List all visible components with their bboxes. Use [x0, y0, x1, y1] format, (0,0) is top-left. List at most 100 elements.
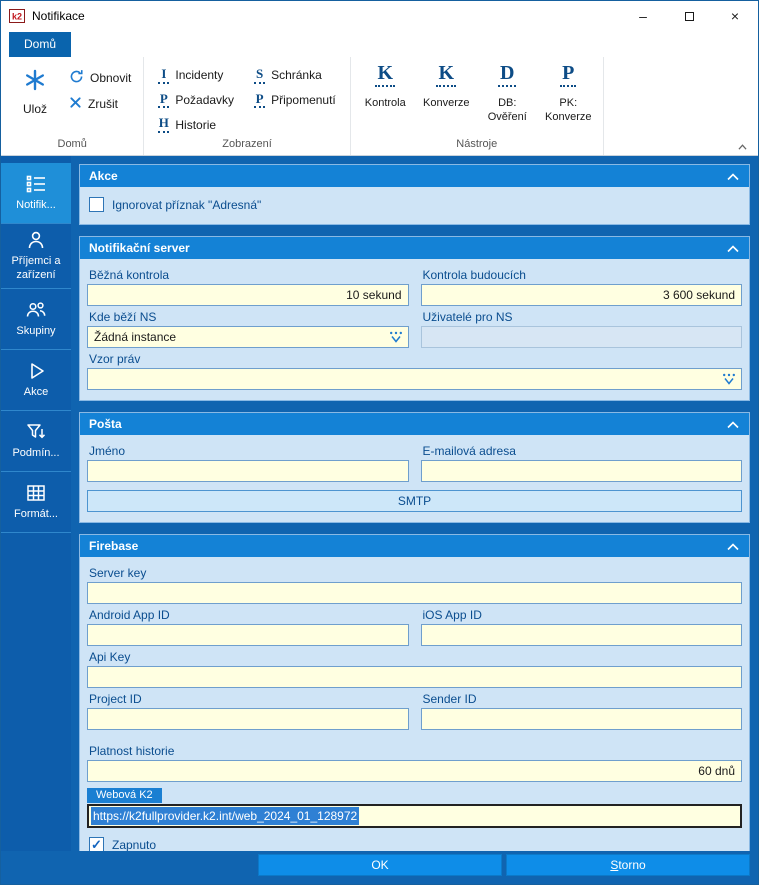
storno-button[interactable]: Storno	[506, 853, 750, 876]
pozadavky-button[interactable]: P Požadavky	[158, 91, 234, 109]
sidebar: Notifik... Příjemci a zařízení Skupiny A…	[1, 156, 71, 851]
refresh-icon	[69, 69, 84, 87]
footer: OK Storno	[1, 851, 758, 884]
tab-domu[interactable]: Domů	[9, 32, 72, 57]
uzivatele-pro-ns-input[interactable]	[420, 326, 742, 348]
zapnuto-checkbox-row[interactable]: ✓ Zapnuto	[89, 837, 740, 851]
maximize-icon	[684, 11, 694, 21]
app-window: k2 Notifikace – × Domů Ulož Obnovit Zruš…	[0, 0, 759, 885]
incidenty-label: Incidenty	[175, 68, 224, 83]
smtp-button[interactable]: SMTP	[87, 490, 742, 512]
project-id-input[interactable]	[87, 708, 409, 730]
section-akce-header[interactable]: Akce	[80, 165, 749, 187]
filter-icon	[25, 421, 47, 443]
ribbon-group-zobrazeni: I Incidenty P Požadavky H Historie S Sch…	[144, 57, 351, 155]
pk-konverze-label-line1: PK:	[559, 97, 578, 109]
ios-app-id-label: iOS App ID	[422, 608, 482, 622]
jmeno-input[interactable]	[87, 460, 409, 482]
section-akce-title: Akce	[89, 169, 118, 183]
kontrola-budoucich-label: Kontrola budoucích	[422, 268, 526, 282]
pripomenuti-button[interactable]: P Připomenutí	[254, 91, 336, 109]
sidebar-item-podminky[interactable]: Podmín...	[1, 411, 71, 472]
schranka-button[interactable]: S Schránka	[254, 67, 336, 84]
collapse-up-icon[interactable]	[726, 542, 740, 551]
collapse-up-icon[interactable]	[726, 172, 740, 181]
sidebar-item-label: Podmín...	[12, 446, 60, 459]
pripomenuti-label: Připomenutí	[271, 92, 336, 107]
ignore-flag-label: Ignorovat příznak "Adresná"	[112, 197, 262, 212]
historie-letter-icon: H	[158, 116, 170, 133]
pk-konverze-label-line2: Konverze	[545, 111, 592, 124]
webova-k2-selected-text: https://k2fullprovider.k2.int/web_2024_0…	[91, 807, 360, 825]
kde-bezi-ns-label: Kde běží NS	[89, 310, 157, 324]
konverze-letter-icon: K	[436, 63, 457, 87]
webova-k2-label: Webová K2	[87, 788, 162, 803]
ribbon-tab-row: Domů	[1, 31, 758, 57]
collapse-up-icon[interactable]	[726, 420, 740, 429]
konverze-label: Konverze	[423, 97, 470, 109]
refresh-button[interactable]: Obnovit	[69, 69, 131, 87]
section-notifikacni-server-title: Notifikační server	[89, 241, 190, 255]
kontrola-label: Kontrola	[364, 97, 406, 109]
svg-text:k2: k2	[12, 12, 22, 22]
api-key-input[interactable]	[87, 666, 742, 688]
email-input[interactable]	[420, 460, 742, 482]
ribbon-collapse-icon[interactable]	[737, 143, 748, 151]
api-key-label: Api Key	[89, 650, 131, 664]
sidebar-item-label: Akce	[23, 385, 49, 398]
save-button[interactable]: Ulož	[13, 63, 57, 138]
sidebar-item-label: Skupiny	[16, 324, 56, 337]
bezna-kontrola-input[interactable]	[87, 284, 409, 306]
dropdown-lookup-icon[interactable]	[389, 331, 403, 343]
sidebar-item-akce[interactable]: Akce	[1, 350, 71, 411]
section-firebase-header[interactable]: Firebase	[80, 535, 749, 557]
db-overeni-label-line2: Ověření	[487, 111, 527, 124]
pk-konverze-button[interactable]: P PK: Konverze	[538, 59, 599, 138]
kontrola-budoucich-input[interactable]	[420, 284, 742, 306]
sidebar-item-notifikace[interactable]: Notifik...	[1, 163, 71, 224]
app-logo-icon: k2	[9, 8, 25, 24]
close-button[interactable]: ×	[712, 1, 758, 31]
section-notifikacni-server-header[interactable]: Notifikační server	[80, 237, 749, 259]
ignore-flag-checkbox[interactable]	[89, 197, 104, 212]
ok-button[interactable]: OK	[258, 853, 502, 876]
uzivatele-pro-ns-label: Uživatelé pro NS	[422, 310, 513, 324]
sender-id-input[interactable]	[420, 708, 742, 730]
section-firebase: Firebase Server key Android App ID iOS A…	[79, 534, 750, 851]
section-posta-header[interactable]: Pošta	[80, 413, 749, 435]
bezna-kontrola-label: Běžná kontrola	[89, 268, 170, 282]
server-key-input[interactable]	[87, 582, 742, 604]
section-posta: Pošta Jméno E-mailová adresa SMTP	[79, 412, 750, 523]
zapnuto-checkbox[interactable]: ✓	[89, 837, 104, 851]
vzor-prav-label: Vzor práv	[89, 352, 141, 366]
maximize-button[interactable]	[666, 1, 712, 31]
kde-bezi-ns-select[interactable]: Žádná instance	[87, 326, 409, 348]
group-label-nastroje: Nástroje	[456, 138, 498, 150]
cancel-label: Zrušit	[88, 97, 118, 111]
ios-app-id-input[interactable]	[420, 624, 742, 646]
cancel-button[interactable]: Zrušit	[69, 96, 131, 112]
konverze-button[interactable]: K Konverze	[416, 59, 477, 138]
platnost-historie-input[interactable]	[87, 760, 742, 782]
db-overeni-button[interactable]: D DB: Ověření	[477, 59, 538, 138]
close-icon: ×	[730, 8, 740, 24]
section-akce: Akce Ignorovat příznak "Adresná"	[79, 164, 750, 225]
sidebar-item-format[interactable]: Formát...	[1, 472, 71, 533]
dropdown-lookup-icon[interactable]	[722, 373, 736, 385]
incidenty-letter-icon: I	[158, 67, 170, 84]
vzor-prav-select[interactable]	[87, 368, 742, 390]
app-body: Notifik... Příjemci a zařízení Skupiny A…	[1, 156, 758, 851]
historie-button[interactable]: H Historie	[158, 116, 234, 133]
webova-k2-input[interactable]: https://k2fullprovider.k2.int/web_2024_0…	[87, 804, 742, 828]
db-overeni-letter-icon: D	[498, 63, 517, 87]
play-icon	[25, 360, 47, 382]
sidebar-item-skupiny[interactable]: Skupiny	[1, 289, 71, 350]
sidebar-item-prijemci-a-zarizeni[interactable]: Příjemci a zařízení	[1, 224, 71, 289]
kontrola-button[interactable]: K Kontrola	[355, 59, 416, 138]
android-app-id-input[interactable]	[87, 624, 409, 646]
incidenty-button[interactable]: I Incidenty	[158, 67, 234, 84]
collapse-up-icon[interactable]	[726, 244, 740, 253]
ribbon-group-domu: Ulož Obnovit Zrušit Domů	[1, 57, 145, 155]
ignore-flag-checkbox-row[interactable]: Ignorovat příznak "Adresná"	[89, 197, 740, 212]
minimize-button[interactable]: –	[620, 1, 666, 31]
